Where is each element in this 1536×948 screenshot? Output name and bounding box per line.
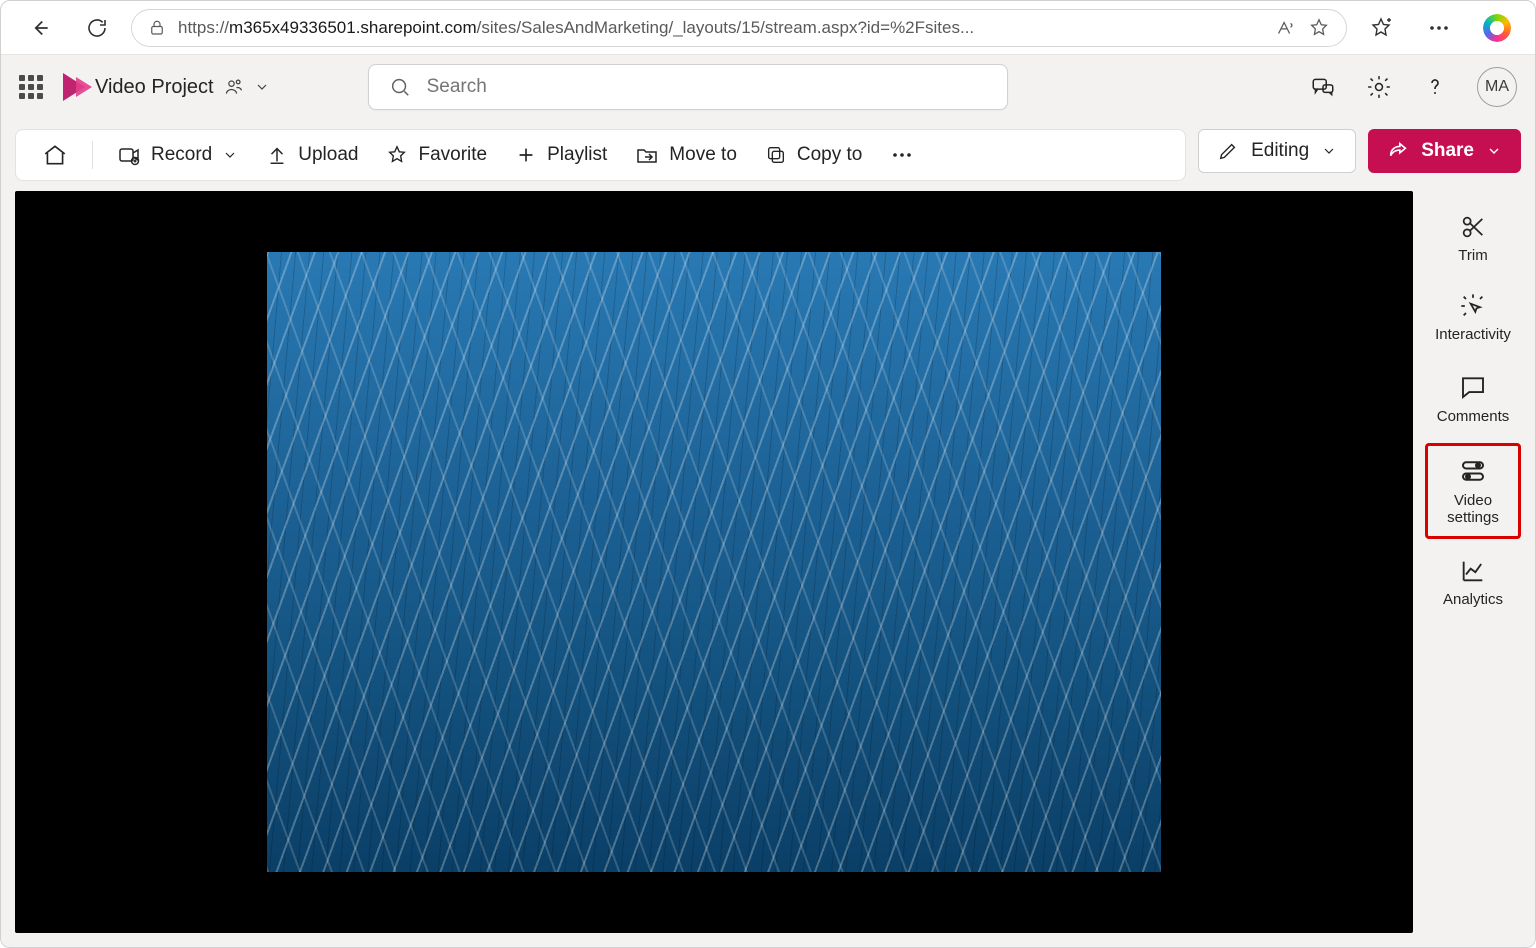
- settings-button[interactable]: [1365, 73, 1393, 101]
- command-row: Record Upload Favorite Playlist Move to: [1, 119, 1535, 191]
- record-icon: [117, 143, 141, 167]
- chevron-down-icon: [222, 147, 238, 163]
- scissors-icon: [1459, 213, 1487, 241]
- playlist-button[interactable]: Playlist: [505, 138, 617, 172]
- app-header: Video Project MA: [1, 55, 1535, 119]
- copilot-icon: [1483, 14, 1511, 42]
- chevron-down-icon: [1486, 143, 1502, 159]
- rail-video-settings[interactable]: Videosettings: [1425, 443, 1521, 540]
- browser-toolbar: https://m365x49336501.sharepoint.com/sit…: [1, 1, 1535, 55]
- divider: [92, 141, 93, 169]
- home-button[interactable]: [32, 136, 78, 174]
- app-launcher-button[interactable]: [19, 75, 43, 99]
- arrow-left-icon: [26, 15, 52, 41]
- pencil-icon: [1217, 140, 1239, 162]
- search-box[interactable]: [368, 64, 1008, 110]
- gear-icon: [1366, 74, 1392, 100]
- ellipsis-icon: [890, 143, 914, 167]
- rail-comments[interactable]: Comments: [1425, 362, 1521, 435]
- people-icon: [224, 77, 244, 97]
- rail-interactivity[interactable]: Interactivity: [1425, 282, 1521, 353]
- sliders-icon: [1458, 456, 1488, 486]
- upload-icon: [266, 144, 288, 166]
- rail-analytics[interactable]: Analytics: [1425, 547, 1521, 618]
- move-to-button[interactable]: Move to: [625, 137, 747, 173]
- video-frame-ocean: [267, 252, 1161, 872]
- upload-button[interactable]: Upload: [256, 138, 368, 172]
- chevron-down-icon: [1321, 143, 1337, 159]
- address-bar[interactable]: https://m365x49336501.sharepoint.com/sit…: [131, 9, 1347, 47]
- refresh-button[interactable]: [73, 10, 121, 46]
- record-button[interactable]: Record: [107, 137, 248, 173]
- move-folder-icon: [635, 143, 659, 167]
- copilot-button[interactable]: [1473, 10, 1521, 46]
- user-avatar[interactable]: MA: [1477, 67, 1517, 107]
- chevron-down-icon: [254, 79, 270, 95]
- star-icon: [386, 144, 408, 166]
- copy-to-button[interactable]: Copy to: [755, 138, 872, 172]
- browser-more-button[interactable]: [1415, 10, 1463, 46]
- rail-trim[interactable]: Trim: [1425, 203, 1521, 274]
- help-button[interactable]: [1421, 73, 1449, 101]
- command-bar: Record Upload Favorite Playlist Move to: [15, 129, 1186, 181]
- share-icon: [1387, 140, 1409, 162]
- ellipsis-icon: [1427, 16, 1451, 40]
- read-aloud-icon[interactable]: [1274, 17, 1296, 39]
- video-player[interactable]: [15, 191, 1413, 933]
- main-content: Trim Interactivity Comments Videosetting…: [1, 191, 1535, 947]
- comment-icon: [1458, 372, 1488, 402]
- side-rail: Trim Interactivity Comments Videosetting…: [1425, 191, 1521, 933]
- refresh-icon: [85, 16, 109, 40]
- star-plus-icon: [1369, 16, 1393, 40]
- more-commands-button[interactable]: [880, 137, 924, 173]
- plus-icon: [515, 144, 537, 166]
- share-button[interactable]: Share: [1368, 129, 1521, 173]
- favorites-button[interactable]: [1357, 10, 1405, 46]
- star-outline-icon[interactable]: [1308, 17, 1330, 39]
- search-icon: [389, 76, 411, 98]
- editing-mode-button[interactable]: Editing: [1198, 129, 1356, 173]
- copy-icon: [765, 144, 787, 166]
- feedback-button[interactable]: [1309, 73, 1337, 101]
- feedback-icon: [1310, 74, 1336, 100]
- favorite-button[interactable]: Favorite: [376, 138, 497, 172]
- back-button[interactable]: [15, 10, 63, 46]
- project-title-dropdown[interactable]: Video Project: [95, 76, 270, 99]
- help-icon: [1423, 75, 1447, 99]
- url-text: https://m365x49336501.sharepoint.com/sit…: [178, 18, 1262, 38]
- project-title-text: Video Project: [95, 76, 214, 99]
- lock-icon: [148, 19, 166, 37]
- cursor-click-icon: [1459, 292, 1487, 320]
- search-input[interactable]: [427, 76, 987, 98]
- avatar-initials: MA: [1485, 78, 1509, 96]
- home-icon: [42, 142, 68, 168]
- analytics-icon: [1459, 557, 1487, 585]
